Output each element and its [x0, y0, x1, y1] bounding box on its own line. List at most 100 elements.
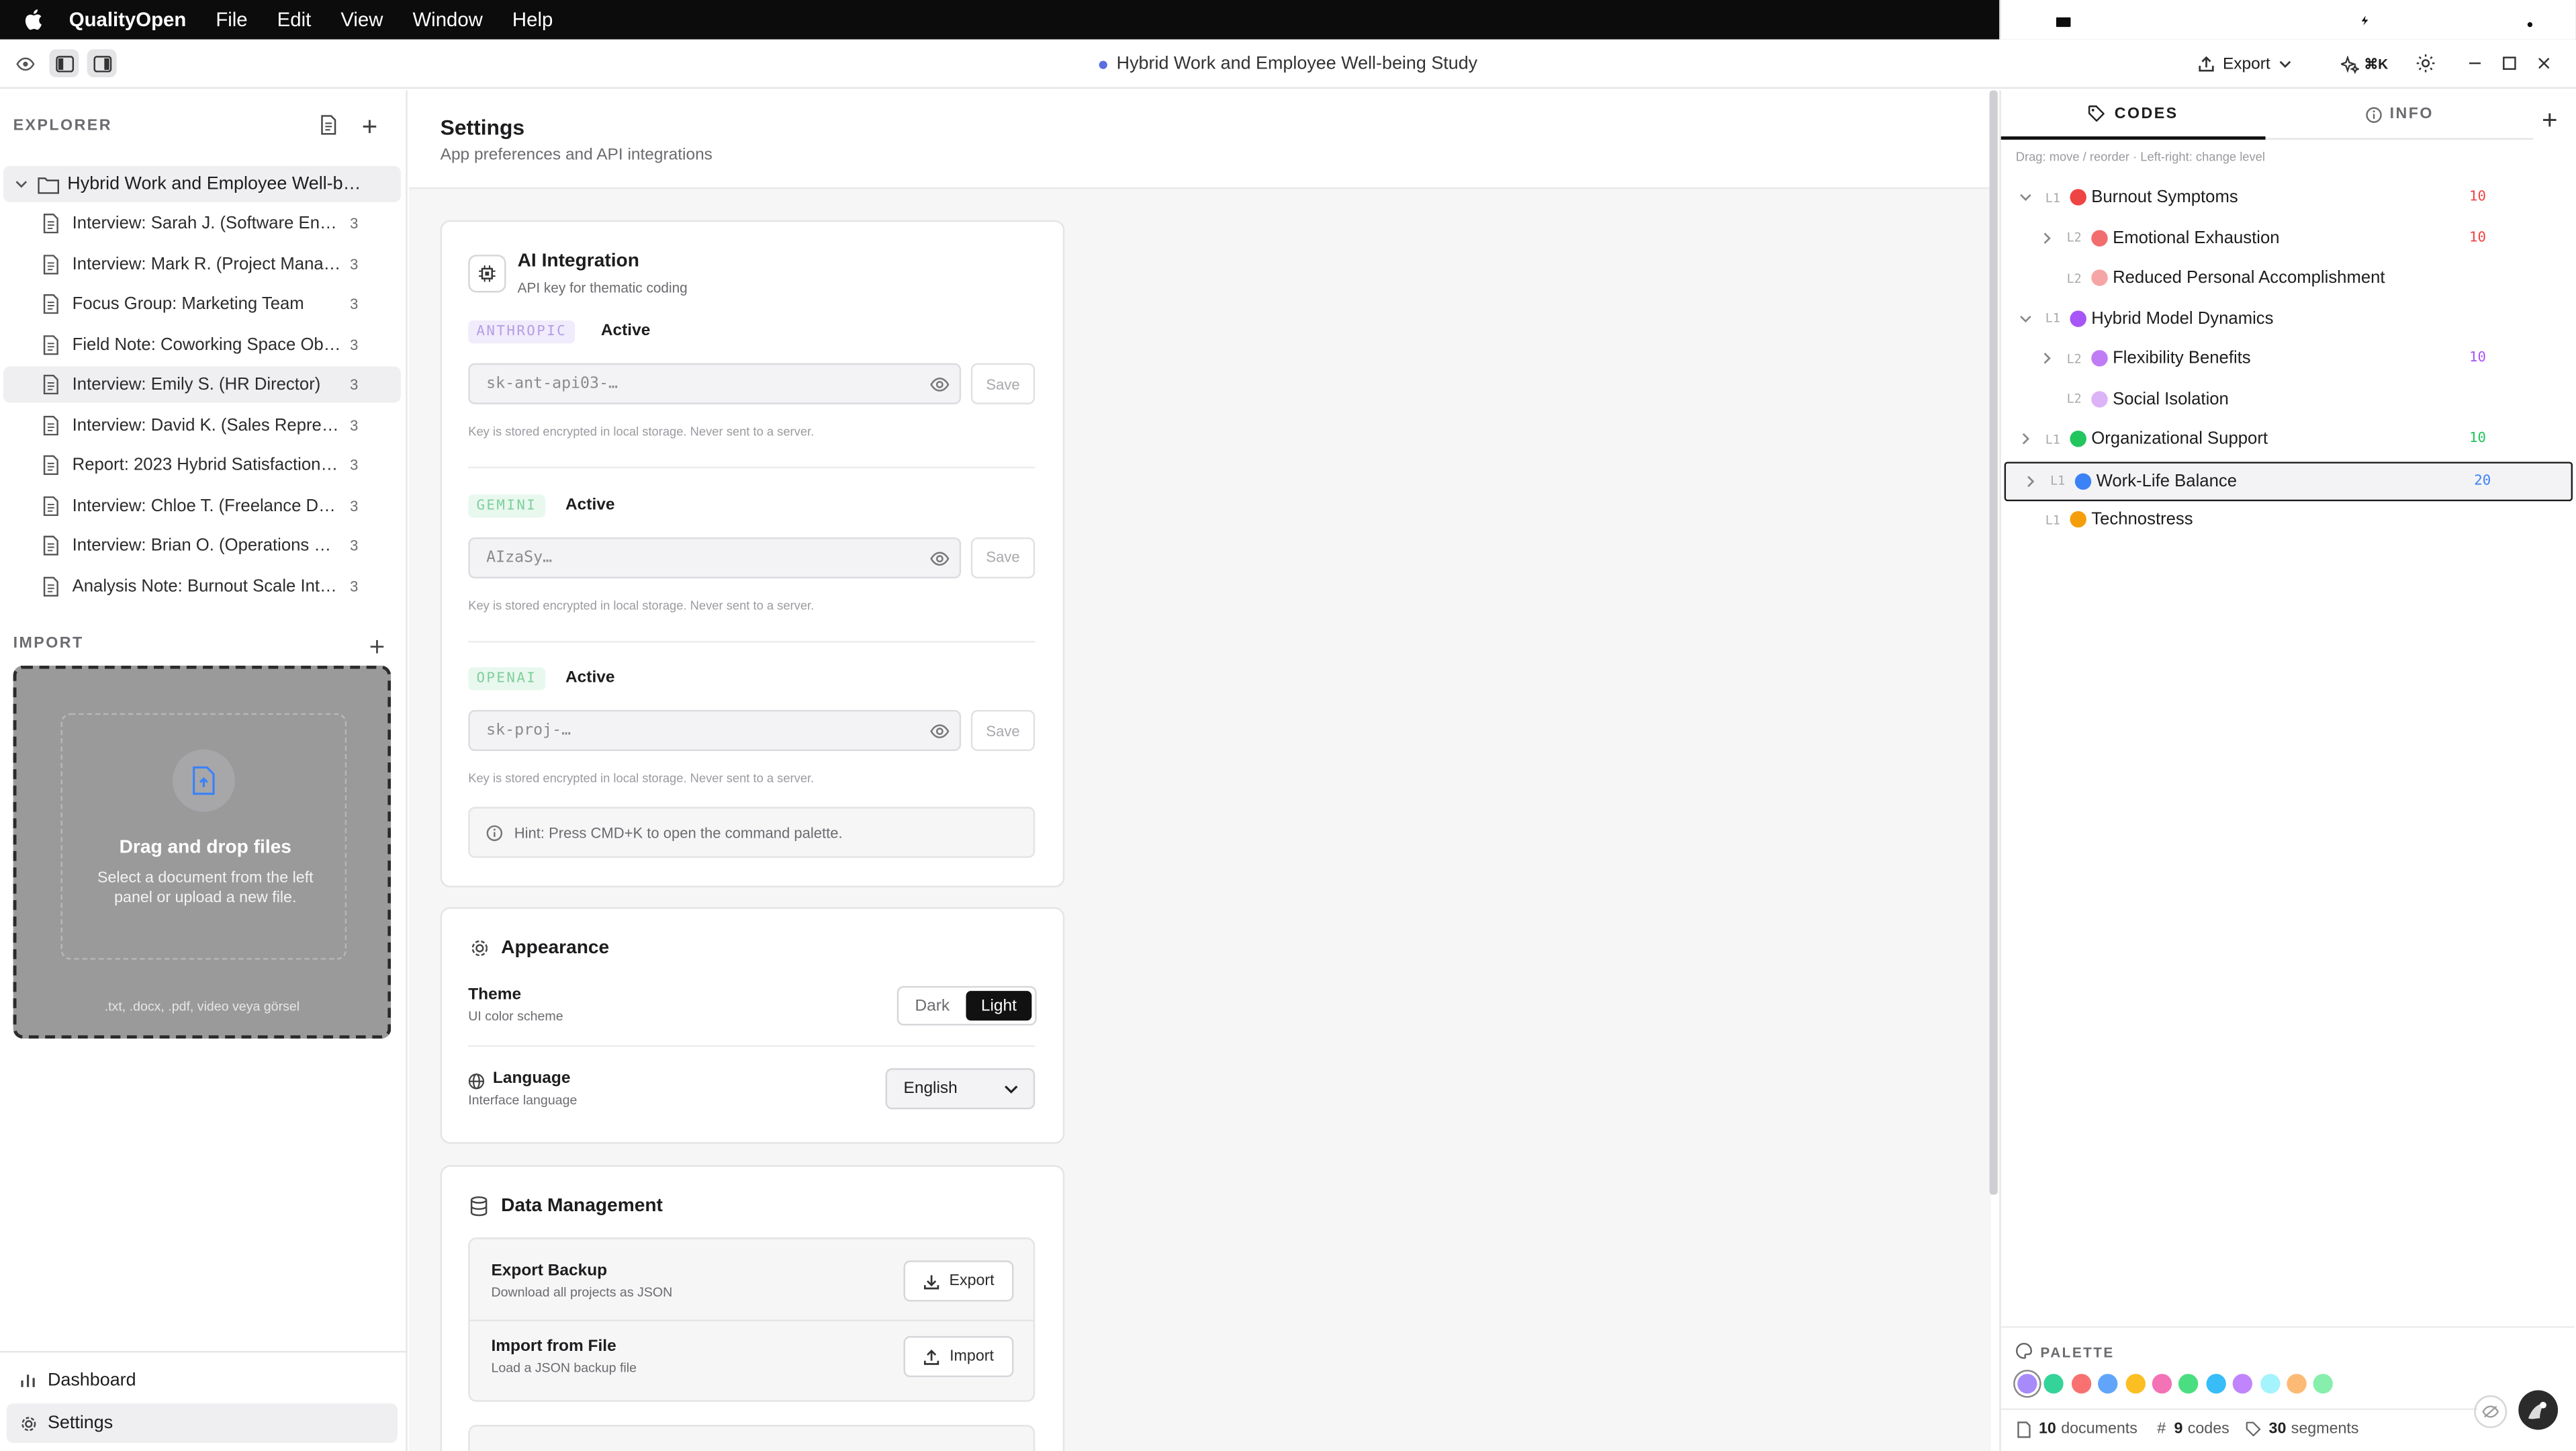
code-color-dot[interactable]: [2074, 473, 2092, 490]
file-item[interactable]: Field Note: Coworking Space Observation 3: [3, 326, 401, 363]
chevron-right-icon[interactable]: [2040, 231, 2054, 245]
hide-icon[interactable]: [2474, 1395, 2508, 1428]
palette-swatch[interactable]: [2206, 1374, 2226, 1394]
leaf-icon[interactable]: [2001, 10, 2027, 30]
file-item[interactable]: Interview: Mark R. (Project Manager) 3: [3, 246, 401, 282]
export-backup-button[interactable]: Export: [903, 1260, 1014, 1302]
code-color-dot[interactable]: [2091, 269, 2108, 286]
mute-icon[interactable]: [2200, 10, 2221, 30]
file-item[interactable]: Focus Group: Marketing Team 3: [3, 286, 401, 322]
code-color-dot[interactable]: [2070, 511, 2086, 529]
file-dropzone[interactable]: Drag and drop files Select a document fr…: [13, 665, 392, 1039]
display-icon[interactable]: [2149, 10, 2174, 30]
project-folder[interactable]: Hybrid Work and Employee Well-being Stud…: [3, 166, 401, 202]
code-color-dot[interactable]: [2070, 189, 2086, 206]
language-select[interactable]: English: [885, 1068, 1036, 1110]
add-code-icon[interactable]: [2542, 107, 2558, 136]
chevron-right-icon[interactable]: [2040, 352, 2054, 365]
new-document-icon[interactable]: [320, 114, 336, 143]
app-name[interactable]: QualityOpen: [69, 8, 187, 31]
avatar[interactable]: [2518, 1390, 2559, 1430]
eye-icon[interactable]: [930, 548, 950, 568]
file-item[interactable]: Interview: Brian O. (Operations Supervis…: [3, 528, 401, 564]
api-key-input[interactable]: sk-ant-api03-…: [468, 363, 962, 404]
code-item[interactable]: L2 Social Isolation: [2001, 381, 2575, 417]
window-stack-icon[interactable]: [2054, 10, 2076, 30]
import-file-button[interactable]: Import: [903, 1335, 1014, 1378]
code-item[interactable]: L1 Work-Life Balance 20: [2004, 461, 2573, 501]
palette-swatch[interactable]: [2098, 1374, 2118, 1394]
theme-light-option[interactable]: Light: [966, 991, 1032, 1021]
tab-codes[interactable]: CODES: [2000, 91, 2266, 140]
code-item[interactable]: L1 Technostress: [2001, 502, 2575, 538]
nav-settings[interactable]: Settings: [6, 1403, 398, 1443]
toggle-left-sidebar-button[interactable]: [49, 49, 79, 77]
palette-swatch[interactable]: [2017, 1374, 2037, 1394]
maximize-icon[interactable]: [2494, 49, 2524, 77]
code-color-dot[interactable]: [2091, 229, 2108, 246]
clock[interactable]: 3 Mar Sal 19:54:55: [2563, 10, 2576, 30]
code-color-dot[interactable]: [2091, 350, 2108, 367]
tab-info[interactable]: INFO: [2265, 91, 2534, 140]
import-add-icon[interactable]: [369, 633, 384, 662]
minimize-icon[interactable]: [2459, 49, 2489, 77]
code-color-dot[interactable]: [2070, 310, 2086, 326]
add-icon[interactable]: [361, 114, 377, 143]
palette-swatch[interactable]: [2260, 1374, 2280, 1394]
chevron-down-icon[interactable]: [2019, 191, 2033, 204]
code-item[interactable]: L1 Burnout Symptoms 10: [2001, 179, 2575, 216]
apple-icon[interactable]: [23, 8, 42, 31]
file-item[interactable]: Interview: David K. (Sales Representativ…: [3, 407, 401, 443]
sun-icon[interactable]: [2410, 49, 2440, 77]
menu-file[interactable]: File: [216, 8, 247, 31]
code-color-dot[interactable]: [2070, 431, 2086, 448]
chevron-down-icon[interactable]: [2019, 312, 2033, 325]
palette-swatch[interactable]: [2044, 1374, 2064, 1394]
control-center-icon[interactable]: [2514, 9, 2538, 30]
file-item[interactable]: Interview: Chloe T. (Freelance Designer)…: [3, 488, 401, 524]
code-item[interactable]: L1 Hybrid Model Dynamics: [2001, 300, 2575, 337]
palette-swatch[interactable]: [2287, 1374, 2307, 1394]
keyboard-input-icon[interactable]: [2248, 11, 2269, 29]
file-item[interactable]: Analysis Note: Burnout Scale Interpretat…: [3, 568, 401, 605]
palette-swatch[interactable]: [2071, 1374, 2091, 1394]
save-key-button[interactable]: Save: [970, 363, 1036, 404]
chevron-right-icon[interactable]: [2019, 433, 2033, 446]
code-color-dot[interactable]: [2091, 390, 2108, 408]
code-item[interactable]: L1 Organizational Support 10: [2001, 421, 2575, 457]
menu-help[interactable]: Help: [512, 8, 553, 31]
api-key-input[interactable]: sk-proj-…: [468, 709, 962, 752]
close-icon[interactable]: [2528, 49, 2558, 77]
palette-swatch[interactable]: [2313, 1374, 2334, 1394]
main-scrollbar[interactable]: [1989, 90, 1998, 1195]
nav-dashboard[interactable]: Dashboard: [7, 1361, 398, 1401]
save-key-button[interactable]: Save: [970, 536, 1036, 578]
palette-swatch[interactable]: [2178, 1374, 2199, 1394]
file-item[interactable]: Interview: Emily S. (HR Director) 3: [3, 367, 401, 403]
palette-swatch[interactable]: [2152, 1374, 2172, 1394]
command-palette-button[interactable]: ⌘K: [2341, 49, 2388, 79]
chevron-right-icon[interactable]: [2024, 475, 2037, 488]
code-item[interactable]: L2 Reduced Personal Accomplishment: [2001, 260, 2575, 296]
battery-status[interactable]: %100: [2295, 10, 2387, 30]
file-item[interactable]: Report: 2023 Hybrid Satisfaction Survey 3: [3, 447, 401, 484]
menu-edit[interactable]: Edit: [277, 8, 312, 31]
eye-icon[interactable]: [930, 375, 950, 394]
palette-swatch[interactable]: [2233, 1374, 2253, 1394]
eye-toggle-icon[interactable]: [10, 49, 40, 77]
palette-swatch[interactable]: [2125, 1374, 2146, 1394]
menu-view[interactable]: View: [340, 8, 383, 31]
toggle-right-sidebar-button[interactable]: [87, 49, 117, 77]
code-item[interactable]: L2 Emotional Exhaustion 10: [2001, 220, 2575, 256]
wifi-icon[interactable]: [2412, 11, 2437, 29]
file-item[interactable]: Interview: Sarah J. (Software Engineer) 3: [3, 206, 401, 242]
chat-icon[interactable]: [2463, 9, 2488, 30]
moon-icon[interactable]: [2103, 10, 2122, 30]
code-item[interactable]: L2 Flexibility Benefits 10: [2001, 341, 2575, 377]
save-key-button[interactable]: Save: [970, 709, 1036, 752]
menu-window[interactable]: Window: [412, 8, 482, 31]
export-button[interactable]: Export: [2198, 49, 2291, 79]
theme-dark-option[interactable]: Dark: [902, 991, 963, 1020]
api-key-input[interactable]: AIzaSy…: [468, 536, 962, 578]
eye-icon[interactable]: [930, 721, 950, 741]
